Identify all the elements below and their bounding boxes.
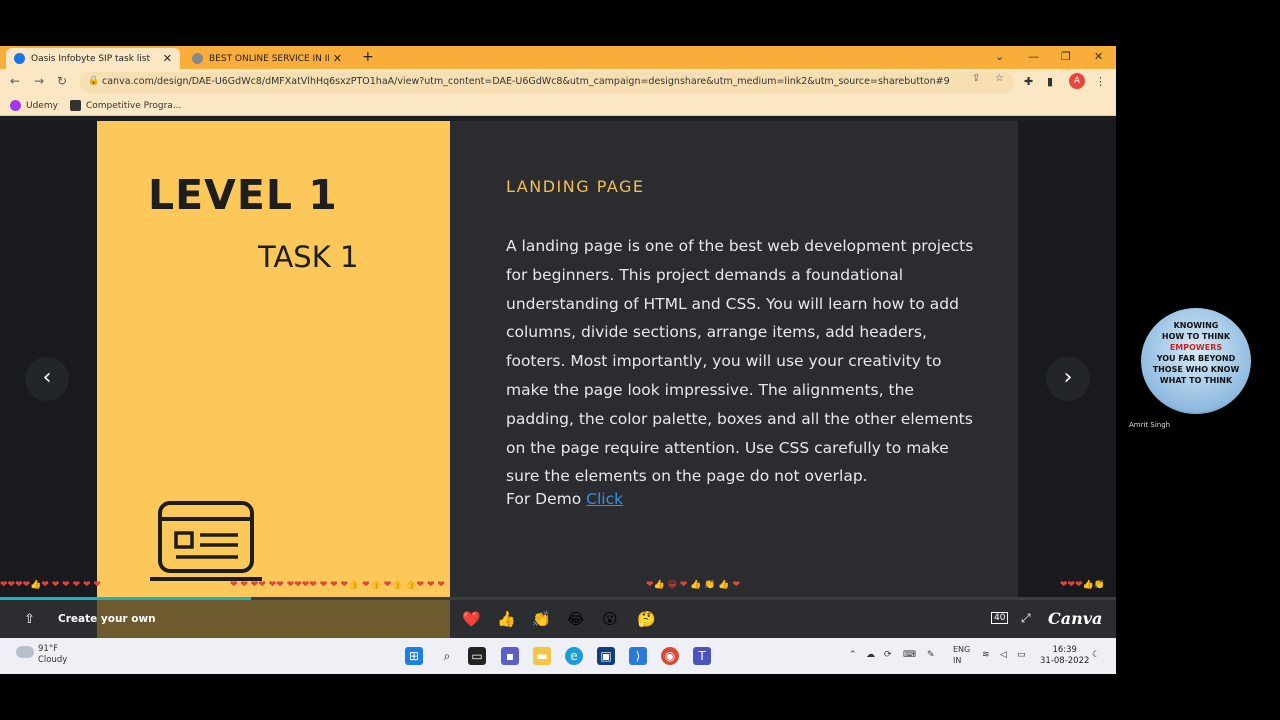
- next-slide-button[interactable]: ›: [1046, 357, 1090, 401]
- tab-best-online[interactable]: BEST ONLINE SERVICE IN INDIA ✕: [184, 48, 350, 69]
- bookmark-competitive[interactable]: Competitive Progra...: [70, 100, 181, 111]
- address-bar[interactable]: 🔒 canva.com/design/DAE-U6GdWc8/dMFXatVlh…: [80, 72, 1014, 93]
- weather-desc: Cloudy: [38, 655, 68, 665]
- notification-icon[interactable]: ☾: [1092, 650, 1100, 660]
- globe-favicon-icon: [192, 53, 203, 64]
- language-indicator[interactable]: ENG IN: [953, 644, 970, 666]
- profile-avatar[interactable]: A: [1069, 73, 1085, 89]
- section-title: LANDING PAGE: [506, 177, 645, 196]
- search-icon[interactable]: ⌕: [438, 647, 456, 665]
- cc-icon: [70, 100, 81, 111]
- chevron-up-icon[interactable]: ⌃: [849, 650, 857, 660]
- battery-icon[interactable]: ▭: [1017, 650, 1026, 660]
- onedrive-icon[interactable]: ☁: [866, 650, 875, 660]
- poster-line: WHAT TO THINK: [1159, 376, 1233, 385]
- keyboard-icon[interactable]: ⌨: [903, 650, 916, 660]
- tab-title: Oasis Infobyte SIP task list: [31, 53, 151, 64]
- wow-reaction-button[interactable]: 😮: [602, 610, 618, 628]
- chrome-favicon-icon: [14, 53, 25, 64]
- reaction-stream: ❤❤❤❤👍❤ ❤ ❤ ❤ ❤ ❤ ❤ ❤ ❤❤ ❤❤ ❤❤❤❤ ❤ ❤ ❤👍 ❤…: [0, 580, 1106, 590]
- task-view-icon[interactable]: ▭: [468, 647, 486, 665]
- clock-date: 31-08-2022: [1040, 656, 1090, 666]
- bookmark-label: Udemy: [26, 100, 58, 111]
- bookmark-udemy[interactable]: Udemy: [10, 100, 58, 111]
- store-icon[interactable]: ▣: [597, 647, 615, 665]
- browser-tab-bar: Oasis Infobyte SIP task list ✕ BEST ONLI…: [0, 46, 1116, 69]
- heart-reaction-button[interactable]: ❤️: [462, 610, 481, 628]
- forward-arrow-icon[interactable]: →: [34, 74, 44, 88]
- chat-icon[interactable]: ▪: [501, 647, 519, 665]
- demo-label: For Demo: [506, 490, 582, 508]
- level-heading: LEVEL 1: [148, 171, 338, 219]
- windows-start-icon[interactable]: ⊞: [405, 647, 423, 665]
- system-clock[interactable]: 16:39 31-08-2022: [1040, 645, 1089, 667]
- chevron-down-icon[interactable]: ⌄: [995, 50, 1004, 63]
- share-upload-icon[interactable]: ⇧: [24, 612, 35, 627]
- laugh-reaction-button[interactable]: 😂: [567, 610, 585, 628]
- close-icon[interactable]: ✕: [333, 52, 342, 65]
- viewer-controls: ⇧ Create your own ❤️ 👍 👏 😂 😮 🤔 40 ⤢ Canv…: [0, 600, 1116, 638]
- previous-slide-button[interactable]: ‹: [25, 357, 69, 401]
- windows-taskbar: 91°F Cloudy ⊞ ⌕ ▭ ▪ ▬ e ▣ ⟩ ◉ T ⌃ ☁ ⟳ ⌨ …: [0, 638, 1116, 674]
- teams-icon[interactable]: T: [693, 647, 711, 665]
- demo-link[interactable]: Click: [586, 490, 623, 508]
- side-panel-icon[interactable]: ▮: [1047, 75, 1053, 88]
- lang-bottom: IN: [953, 656, 962, 665]
- minimize-icon[interactable]: —: [1028, 50, 1039, 63]
- wifi-icon[interactable]: ≋: [982, 650, 990, 660]
- cloud-icon: [16, 646, 34, 658]
- weather-widget[interactable]: 91°F Cloudy: [16, 644, 67, 666]
- participant-avatar: KNOWING HOW TO THINK EMPOWERS YOU FAR BE…: [1141, 308, 1251, 414]
- sync-icon[interactable]: ⟳: [884, 650, 892, 660]
- close-icon[interactable]: ✕: [163, 52, 172, 65]
- create-your-own-button[interactable]: Create your own: [58, 613, 156, 625]
- demo-line: For Demo Click: [506, 490, 623, 508]
- tab-title: BEST ONLINE SERVICE IN INDIA: [209, 53, 329, 64]
- poster-line: HOW TO THINK: [1161, 332, 1231, 341]
- reload-icon[interactable]: ↻: [57, 74, 67, 88]
- thumbs-up-reaction-button[interactable]: 👍: [497, 610, 516, 628]
- bookmark-label: Competitive Progra...: [86, 100, 182, 111]
- webpage-icon: [150, 501, 262, 581]
- lang-top: ENG: [953, 645, 971, 654]
- task-heading: TASK 1: [258, 240, 359, 274]
- screen-share: Oasis Infobyte SIP task list ✕ BEST ONLI…: [0, 46, 1116, 674]
- fullscreen-icon[interactable]: ⤢: [1021, 611, 1031, 626]
- thinking-reaction-button[interactable]: 🤔: [637, 610, 656, 628]
- weather-temp: 91°F: [38, 644, 58, 654]
- udemy-icon: [10, 100, 21, 111]
- lock-icon: 🔒: [88, 76, 100, 86]
- browser-toolbar: ← → ↻ 🔒 canva.com/design/DAE-U6GdWc8/dMF…: [0, 69, 1116, 96]
- poster-line: EMPOWERS: [1169, 343, 1223, 352]
- file-explorer-icon[interactable]: ▬: [533, 647, 551, 665]
- back-arrow-icon[interactable]: ←: [10, 74, 20, 88]
- tab-oasis[interactable]: Oasis Infobyte SIP task list ✕: [6, 48, 180, 69]
- bookmarks-bar: Udemy Competitive Progra...: [0, 96, 1116, 116]
- clap-reaction-button[interactable]: 👏: [532, 610, 551, 628]
- url-text: canva.com/design/DAE-U6GdWc8/dMFXatVlhHq…: [102, 76, 950, 87]
- edge-icon[interactable]: e: [565, 647, 583, 665]
- description-text: A landing page is one of the best web de…: [506, 237, 974, 486]
- share-icon[interactable]: ⇪: [972, 73, 980, 84]
- canva-logo[interactable]: Canva: [1048, 609, 1102, 628]
- participant-name: Amrit Singh: [1129, 421, 1171, 429]
- extensions-icon[interactable]: ✚: [1024, 75, 1033, 88]
- poster-line: KNOWING: [1173, 321, 1219, 330]
- clock-time: 16:39: [1052, 645, 1077, 655]
- poster-line: THOSE WHO KNOW: [1152, 365, 1240, 374]
- maximize-icon[interactable]: ❐: [1061, 50, 1071, 63]
- close-window-icon[interactable]: ✕: [1094, 50, 1103, 63]
- volume-icon[interactable]: ◁: [1000, 650, 1007, 660]
- new-tab-icon[interactable]: +: [362, 49, 374, 65]
- poster-line: YOU FAR BEYOND: [1156, 354, 1236, 363]
- menu-dots-icon[interactable]: ⋮: [1095, 75, 1106, 88]
- bookmark-star-icon[interactable]: ☆: [995, 73, 1004, 84]
- vscode-icon[interactable]: ⟩: [629, 647, 647, 665]
- mic-muted-icon[interactable]: ✎: [927, 650, 935, 660]
- chrome-icon[interactable]: ◉: [661, 647, 679, 665]
- page-count-badge[interactable]: 40: [991, 612, 1009, 624]
